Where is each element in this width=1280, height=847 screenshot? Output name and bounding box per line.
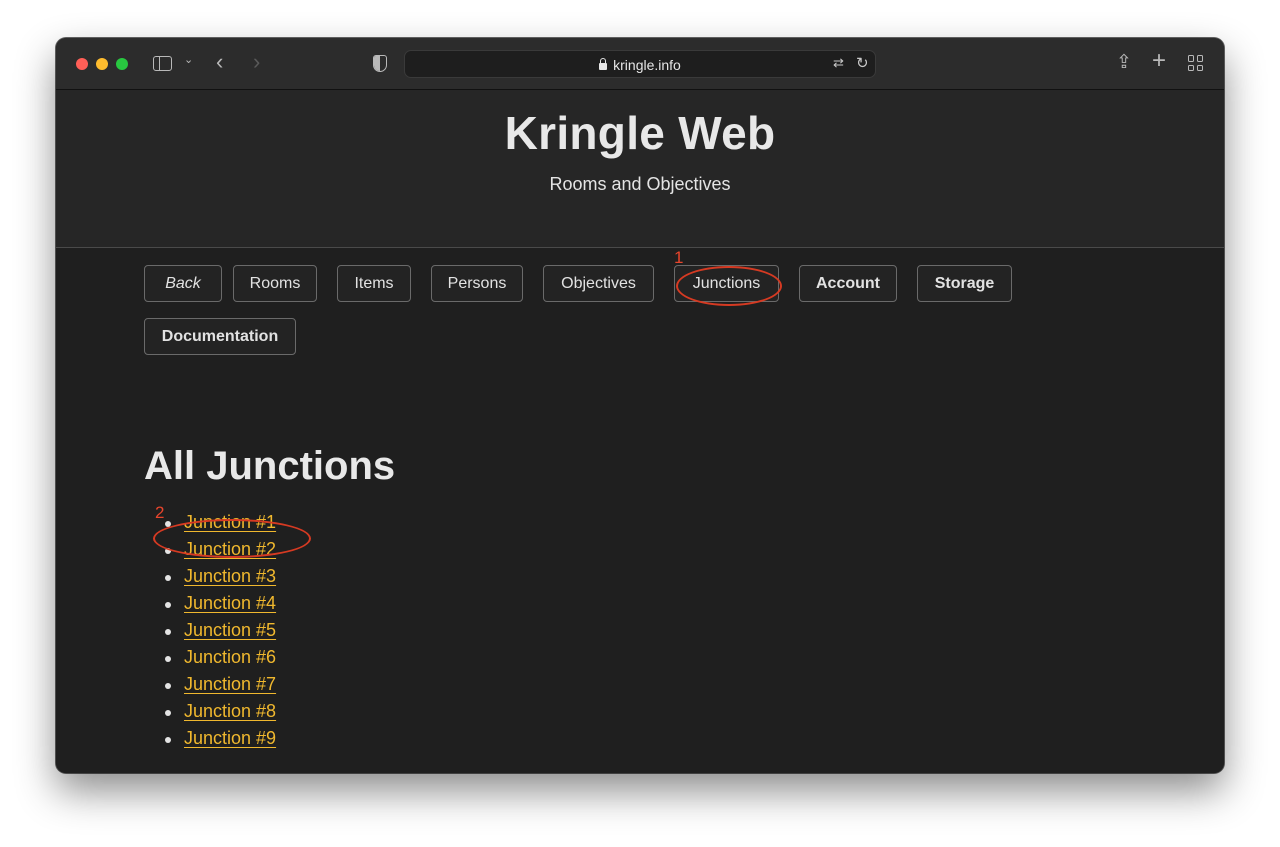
annotation-number: 1 — [674, 248, 684, 267]
list-item: Junction #4 — [162, 593, 276, 620]
forward-arrow-icon[interactable]: › — [253, 49, 260, 75]
address-bar[interactable]: kringle.info ⇄ ↻ — [404, 50, 876, 78]
junction-link[interactable]: Junction #8 — [184, 701, 276, 721]
chevron-down-icon[interactable]: ⌄ — [184, 53, 193, 66]
list-item: Junction #3 — [162, 566, 276, 593]
tab-overview-icon[interactable] — [1188, 55, 1204, 71]
junction-link[interactable]: Junction #7 — [184, 674, 276, 694]
back-arrow-icon[interactable]: ‹ — [216, 49, 223, 75]
browser-window: ⌄ ‹ › kringle.info ⇄ ↻ ⇪ + Kringle Web R… — [56, 38, 1224, 773]
site-header: Kringle Web Rooms and Objectives — [56, 90, 1224, 248]
url-display[interactable]: kringle.info — [405, 57, 875, 73]
privacy-shield-icon[interactable] — [373, 55, 387, 72]
reload-icon[interactable]: ↻ — [856, 54, 869, 72]
nav-button-back[interactable]: Back — [144, 265, 222, 302]
nav-button-account[interactable]: Account — [799, 265, 897, 302]
list-item: Junction #7 — [162, 674, 276, 701]
new-tab-icon[interactable]: + — [1152, 47, 1166, 75]
list-item: Junction #9 — [162, 728, 276, 755]
junction-link[interactable]: Junction #4 — [184, 593, 276, 613]
junction-link[interactable]: Junction #5 — [184, 620, 276, 640]
page-title: All Junctions — [144, 444, 396, 488]
annotation-ellipse — [153, 519, 311, 558]
share-icon[interactable]: ⇪ — [1116, 51, 1132, 74]
nav-button-rooms[interactable]: Rooms — [233, 265, 317, 302]
nav-button-objectives[interactable]: Objectives — [543, 265, 654, 302]
close-window-button[interactable] — [76, 58, 88, 70]
annotation-number: 2 — [155, 503, 165, 522]
list-item: Junction #8 — [162, 701, 276, 728]
nav-button-storage[interactable]: Storage — [917, 265, 1012, 302]
url-text: kringle.info — [613, 57, 681, 73]
site-subtitle: Rooms and Objectives — [549, 174, 731, 194]
lock-icon — [599, 58, 608, 70]
junction-link[interactable]: Junction #6 — [184, 647, 276, 667]
nav-button-persons[interactable]: Persons — [431, 265, 523, 302]
sidebar-toggle-icon[interactable] — [153, 56, 172, 71]
list-item: Junction #6 — [162, 647, 276, 674]
translate-icon[interactable]: ⇄ — [833, 55, 844, 71]
junction-link[interactable]: Junction #3 — [184, 566, 276, 586]
list-item: Junction #5 — [162, 620, 276, 647]
minimize-window-button[interactable] — [96, 58, 108, 70]
junction-link[interactable]: Junction #9 — [184, 728, 276, 748]
nav-button-items[interactable]: Items — [337, 265, 411, 302]
nav-button-documentation[interactable]: Documentation — [144, 318, 296, 355]
annotation-ellipse — [676, 266, 782, 306]
site-title: Kringle Web — [504, 107, 776, 159]
browser-toolbar: ⌄ ‹ › kringle.info ⇄ ↻ ⇪ + — [56, 38, 1224, 90]
maximize-window-button[interactable] — [116, 58, 128, 70]
